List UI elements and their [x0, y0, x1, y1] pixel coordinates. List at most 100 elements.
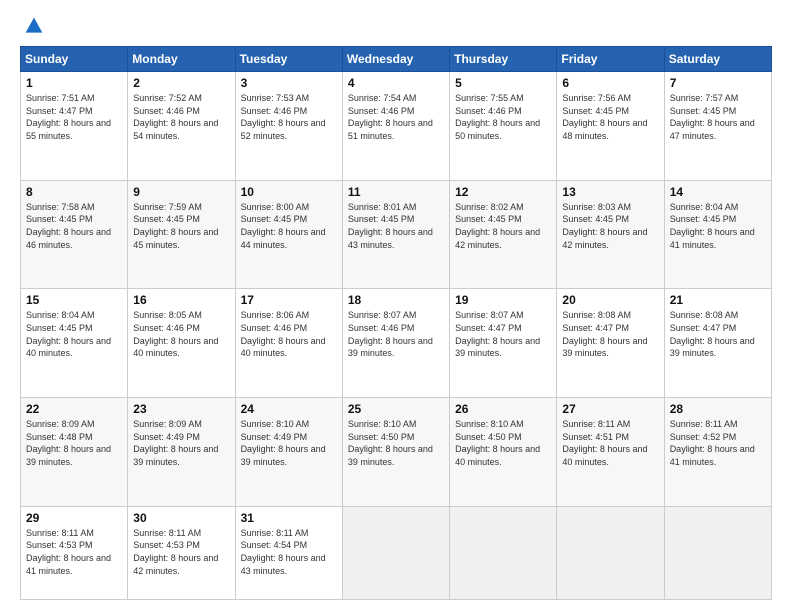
day-info: Sunrise: 8:05 AMSunset: 4:46 PMDaylight:…	[133, 309, 229, 359]
day-info: Sunrise: 8:11 AMSunset: 4:53 PMDaylight:…	[133, 527, 229, 577]
day-number: 10	[241, 185, 337, 199]
day-info: Sunrise: 8:11 AMSunset: 4:51 PMDaylight:…	[562, 418, 658, 468]
calendar-cell	[557, 506, 664, 599]
calendar-cell: 16 Sunrise: 8:05 AMSunset: 4:46 PMDayligh…	[128, 289, 235, 398]
calendar-cell: 25 Sunrise: 8:10 AMSunset: 4:50 PMDayligh…	[342, 398, 449, 507]
calendar-cell: 4 Sunrise: 7:54 AMSunset: 4:46 PMDaylight…	[342, 72, 449, 181]
calendar-week-1: 1 Sunrise: 7:51 AMSunset: 4:47 PMDaylight…	[21, 72, 772, 181]
day-number: 21	[670, 293, 766, 307]
day-number: 17	[241, 293, 337, 307]
calendar-cell: 13Sunrise: 8:03 AMSunset: 4:45 PMDayligh…	[557, 180, 664, 289]
day-number: 27	[562, 402, 658, 416]
day-header-friday: Friday	[557, 47, 664, 72]
calendar-week-4: 22 Sunrise: 8:09 AMSunset: 4:48 PMDayligh…	[21, 398, 772, 507]
day-number: 18	[348, 293, 444, 307]
calendar-cell: 18 Sunrise: 8:07 AMSunset: 4:46 PMDayligh…	[342, 289, 449, 398]
calendar-cell	[664, 506, 771, 599]
day-info: Sunrise: 8:08 AMSunset: 4:47 PMDaylight:…	[562, 309, 658, 359]
day-number: 31	[241, 511, 337, 525]
day-number: 11	[348, 185, 444, 199]
day-info: Sunrise: 8:02 AMSunset: 4:45 PMDaylight:…	[455, 201, 551, 251]
day-info: Sunrise: 8:04 AMSunset: 4:45 PMDaylight:…	[26, 309, 122, 359]
calendar-cell: 17 Sunrise: 8:06 AMSunset: 4:46 PMDayligh…	[235, 289, 342, 398]
day-info: Sunrise: 7:55 AMSunset: 4:46 PMDaylight:…	[455, 92, 551, 142]
day-header-saturday: Saturday	[664, 47, 771, 72]
day-number: 9	[133, 185, 229, 199]
day-info: Sunrise: 8:03 AMSunset: 4:45 PMDaylight:…	[562, 201, 658, 251]
calendar-cell: 28 Sunrise: 8:11 AMSunset: 4:52 PMDayligh…	[664, 398, 771, 507]
day-header-monday: Monday	[128, 47, 235, 72]
day-info: Sunrise: 8:09 AMSunset: 4:48 PMDaylight:…	[26, 418, 122, 468]
day-info: Sunrise: 8:09 AMSunset: 4:49 PMDaylight:…	[133, 418, 229, 468]
page: SundayMondayTuesdayWednesdayThursdayFrid…	[0, 0, 792, 612]
calendar-cell: 9 Sunrise: 7:59 AMSunset: 4:45 PMDaylight…	[128, 180, 235, 289]
calendar-cell: 19 Sunrise: 8:07 AMSunset: 4:47 PMDayligh…	[450, 289, 557, 398]
day-info: Sunrise: 8:10 AMSunset: 4:50 PMDaylight:…	[348, 418, 444, 468]
day-info: Sunrise: 8:07 AMSunset: 4:47 PMDaylight:…	[455, 309, 551, 359]
day-info: Sunrise: 7:51 AMSunset: 4:47 PMDaylight:…	[26, 92, 122, 142]
day-info: Sunrise: 8:01 AMSunset: 4:45 PMDaylight:…	[348, 201, 444, 251]
calendar-cell: 3 Sunrise: 7:53 AMSunset: 4:46 PMDaylight…	[235, 72, 342, 181]
day-info: Sunrise: 8:11 AMSunset: 4:54 PMDaylight:…	[241, 527, 337, 577]
calendar-cell: 21 Sunrise: 8:08 AMSunset: 4:47 PMDayligh…	[664, 289, 771, 398]
day-header-sunday: Sunday	[21, 47, 128, 72]
day-info: Sunrise: 8:08 AMSunset: 4:47 PMDaylight:…	[670, 309, 766, 359]
day-number: 2	[133, 76, 229, 90]
day-number: 22	[26, 402, 122, 416]
day-info: Sunrise: 7:54 AMSunset: 4:46 PMDaylight:…	[348, 92, 444, 142]
header	[20, 16, 772, 36]
calendar-cell	[450, 506, 557, 599]
day-info: Sunrise: 8:10 AMSunset: 4:49 PMDaylight:…	[241, 418, 337, 468]
calendar-cell: 26 Sunrise: 8:10 AMSunset: 4:50 PMDayligh…	[450, 398, 557, 507]
calendar-cell: 24 Sunrise: 8:10 AMSunset: 4:49 PMDayligh…	[235, 398, 342, 507]
calendar-cell: 1 Sunrise: 7:51 AMSunset: 4:47 PMDaylight…	[21, 72, 128, 181]
day-number: 7	[670, 76, 766, 90]
calendar-cell: 14Sunrise: 8:04 AMSunset: 4:45 PMDayligh…	[664, 180, 771, 289]
day-header-thursday: Thursday	[450, 47, 557, 72]
calendar-cell: 8Sunrise: 7:58 AMSunset: 4:45 PMDaylight…	[21, 180, 128, 289]
calendar-cell: 23Sunrise: 8:09 AMSunset: 4:49 PMDayligh…	[128, 398, 235, 507]
day-number: 1	[26, 76, 122, 90]
day-number: 3	[241, 76, 337, 90]
calendar-cell: 29Sunrise: 8:11 AMSunset: 4:53 PMDayligh…	[21, 506, 128, 599]
day-number: 6	[562, 76, 658, 90]
logo	[20, 16, 44, 36]
calendar-cell: 5Sunrise: 7:55 AMSunset: 4:46 PMDaylight…	[450, 72, 557, 181]
day-header-tuesday: Tuesday	[235, 47, 342, 72]
calendar-cell: 10 Sunrise: 8:00 AMSunset: 4:45 PMDayligh…	[235, 180, 342, 289]
calendar-cell	[342, 506, 449, 599]
calendar-week-3: 15 Sunrise: 8:04 AMSunset: 4:45 PMDayligh…	[21, 289, 772, 398]
day-number: 4	[348, 76, 444, 90]
day-info: Sunrise: 8:11 AMSunset: 4:52 PMDaylight:…	[670, 418, 766, 468]
calendar-week-5: 29Sunrise: 8:11 AMSunset: 4:53 PMDayligh…	[21, 506, 772, 599]
day-number: 19	[455, 293, 551, 307]
day-number: 28	[670, 402, 766, 416]
calendar-cell: 2 Sunrise: 7:52 AMSunset: 4:46 PMDaylight…	[128, 72, 235, 181]
day-number: 14	[670, 185, 766, 199]
day-number: 16	[133, 293, 229, 307]
calendar-cell: 15 Sunrise: 8:04 AMSunset: 4:45 PMDayligh…	[21, 289, 128, 398]
calendar-cell: 20Sunrise: 8:08 AMSunset: 4:47 PMDayligh…	[557, 289, 664, 398]
day-number: 26	[455, 402, 551, 416]
calendar-table: SundayMondayTuesdayWednesdayThursdayFrid…	[20, 46, 772, 600]
day-info: Sunrise: 7:53 AMSunset: 4:46 PMDaylight:…	[241, 92, 337, 142]
day-info: Sunrise: 7:52 AMSunset: 4:46 PMDaylight:…	[133, 92, 229, 142]
day-number: 25	[348, 402, 444, 416]
calendar-cell: 22 Sunrise: 8:09 AMSunset: 4:48 PMDayligh…	[21, 398, 128, 507]
day-number: 12	[455, 185, 551, 199]
day-info: Sunrise: 8:06 AMSunset: 4:46 PMDaylight:…	[241, 309, 337, 359]
day-info: Sunrise: 8:00 AMSunset: 4:45 PMDaylight:…	[241, 201, 337, 251]
day-info: Sunrise: 8:10 AMSunset: 4:50 PMDaylight:…	[455, 418, 551, 468]
day-info: Sunrise: 7:57 AMSunset: 4:45 PMDaylight:…	[670, 92, 766, 142]
calendar-cell: 7 Sunrise: 7:57 AMSunset: 4:45 PMDaylight…	[664, 72, 771, 181]
day-number: 24	[241, 402, 337, 416]
day-info: Sunrise: 7:56 AMSunset: 4:45 PMDaylight:…	[562, 92, 658, 142]
calendar-cell: 11 Sunrise: 8:01 AMSunset: 4:45 PMDayligh…	[342, 180, 449, 289]
logo-icon	[24, 16, 44, 36]
day-info: Sunrise: 7:59 AMSunset: 4:45 PMDaylight:…	[133, 201, 229, 251]
calendar-cell: 27 Sunrise: 8:11 AMSunset: 4:51 PMDayligh…	[557, 398, 664, 507]
day-info: Sunrise: 8:11 AMSunset: 4:53 PMDaylight:…	[26, 527, 122, 577]
day-number: 15	[26, 293, 122, 307]
day-info: Sunrise: 8:07 AMSunset: 4:46 PMDaylight:…	[348, 309, 444, 359]
day-number: 30	[133, 511, 229, 525]
